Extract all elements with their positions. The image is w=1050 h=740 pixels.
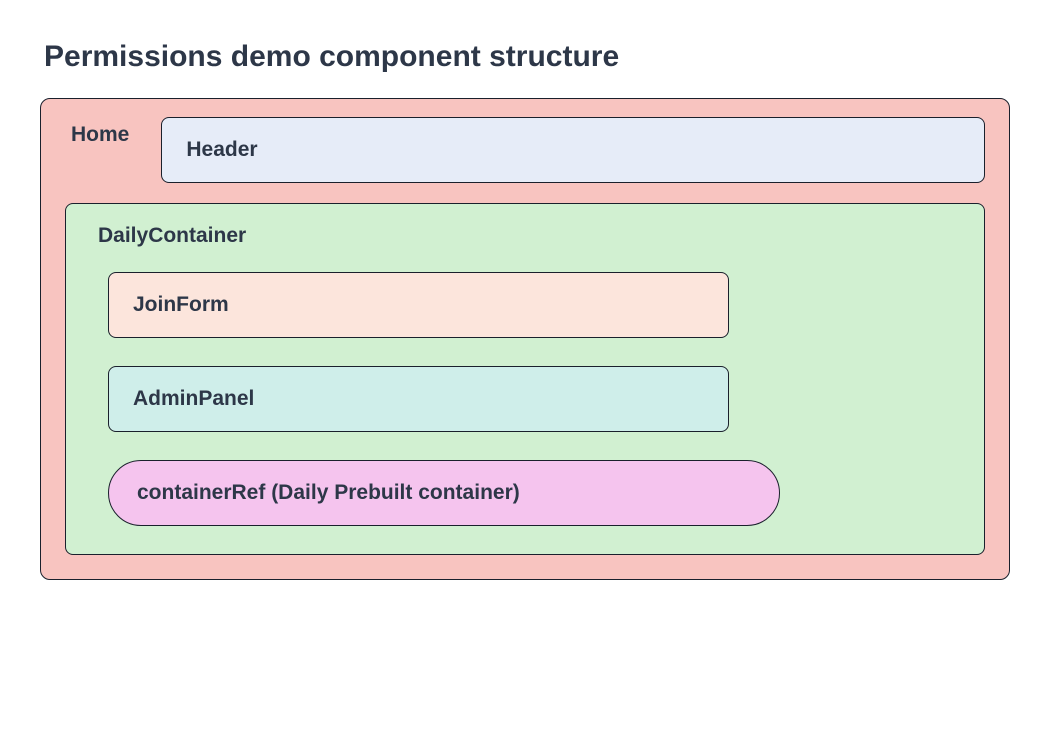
joinform-component-box: JoinForm bbox=[108, 272, 729, 338]
adminpanel-component-box: AdminPanel bbox=[108, 366, 729, 432]
home-label: Home bbox=[65, 117, 129, 147]
home-top-row: Home Header bbox=[65, 117, 985, 183]
containerref-label: containerRef (Daily Prebuilt container) bbox=[137, 481, 751, 505]
daily-container-label: DailyContainer bbox=[94, 224, 956, 248]
page-title: Permissions demo component structure bbox=[44, 40, 1010, 74]
home-component-box: Home Header DailyContainer JoinForm Admi… bbox=[40, 98, 1010, 580]
containerref-component-box: containerRef (Daily Prebuilt container) bbox=[108, 460, 780, 526]
adminpanel-label: AdminPanel bbox=[133, 387, 704, 411]
daily-container-component-box: DailyContainer JoinForm AdminPanel conta… bbox=[65, 203, 985, 555]
header-component-box: Header bbox=[161, 117, 985, 183]
joinform-label: JoinForm bbox=[133, 293, 704, 317]
header-label: Header bbox=[186, 138, 960, 162]
